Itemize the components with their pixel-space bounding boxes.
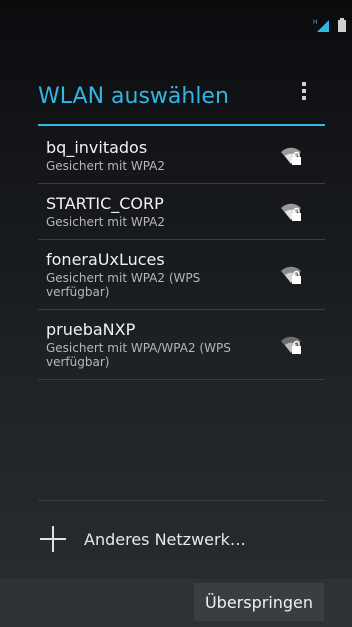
add-network-divider <box>38 500 325 501</box>
network-item[interactable]: pruebaNXP Gesichert mit WPA/WPA2 (WPS ve… <box>38 310 325 380</box>
network-security: Gesichert mit WPA2 (WPS verfügbar) <box>46 271 201 299</box>
wifi-setup-screen: H WLAN auswählen bq_invitados Gesichert … <box>0 0 352 627</box>
network-item[interactable]: STARTIC_CORP Gesichert mit WPA2 <box>38 184 325 240</box>
add-network-label: Anderes Netzwerk… <box>84 529 246 549</box>
network-item[interactable]: foneraUxLuces Gesichert mit WPA2 (WPS ve… <box>38 240 325 310</box>
signal-icon: H <box>313 19 329 32</box>
page-title: WLAN auswählen <box>38 84 229 109</box>
dialog-header: WLAN auswählen <box>38 72 316 122</box>
network-security: Gesichert mit WPA2 <box>46 215 166 229</box>
network-security: Gesichert mit WPA/WPA2 (WPS verfügbar) <box>46 341 231 369</box>
network-security: Gesichert mit WPA2 <box>46 159 166 173</box>
wifi-locked-icon <box>281 203 301 221</box>
network-item[interactable]: bq_invitados Gesichert mit WPA2 <box>38 128 325 184</box>
wifi-locked-icon <box>281 266 301 284</box>
status-bar: H <box>0 0 352 34</box>
wifi-locked-icon <box>281 147 301 165</box>
add-network-button[interactable]: Anderes Netzwerk… <box>38 522 325 556</box>
battery-icon <box>338 18 346 32</box>
bottom-bar: Überspringen <box>0 579 352 627</box>
overflow-menu-icon[interactable] <box>294 78 314 104</box>
skip-button[interactable]: Überspringen <box>194 583 324 621</box>
signal-network-label: H <box>313 19 318 26</box>
network-list: bq_invitados Gesichert mit WPA2 STARTIC_… <box>38 128 325 380</box>
wifi-locked-icon <box>281 336 301 354</box>
status-icons: H <box>313 18 346 32</box>
title-divider <box>38 124 325 126</box>
plus-icon <box>40 526 66 552</box>
